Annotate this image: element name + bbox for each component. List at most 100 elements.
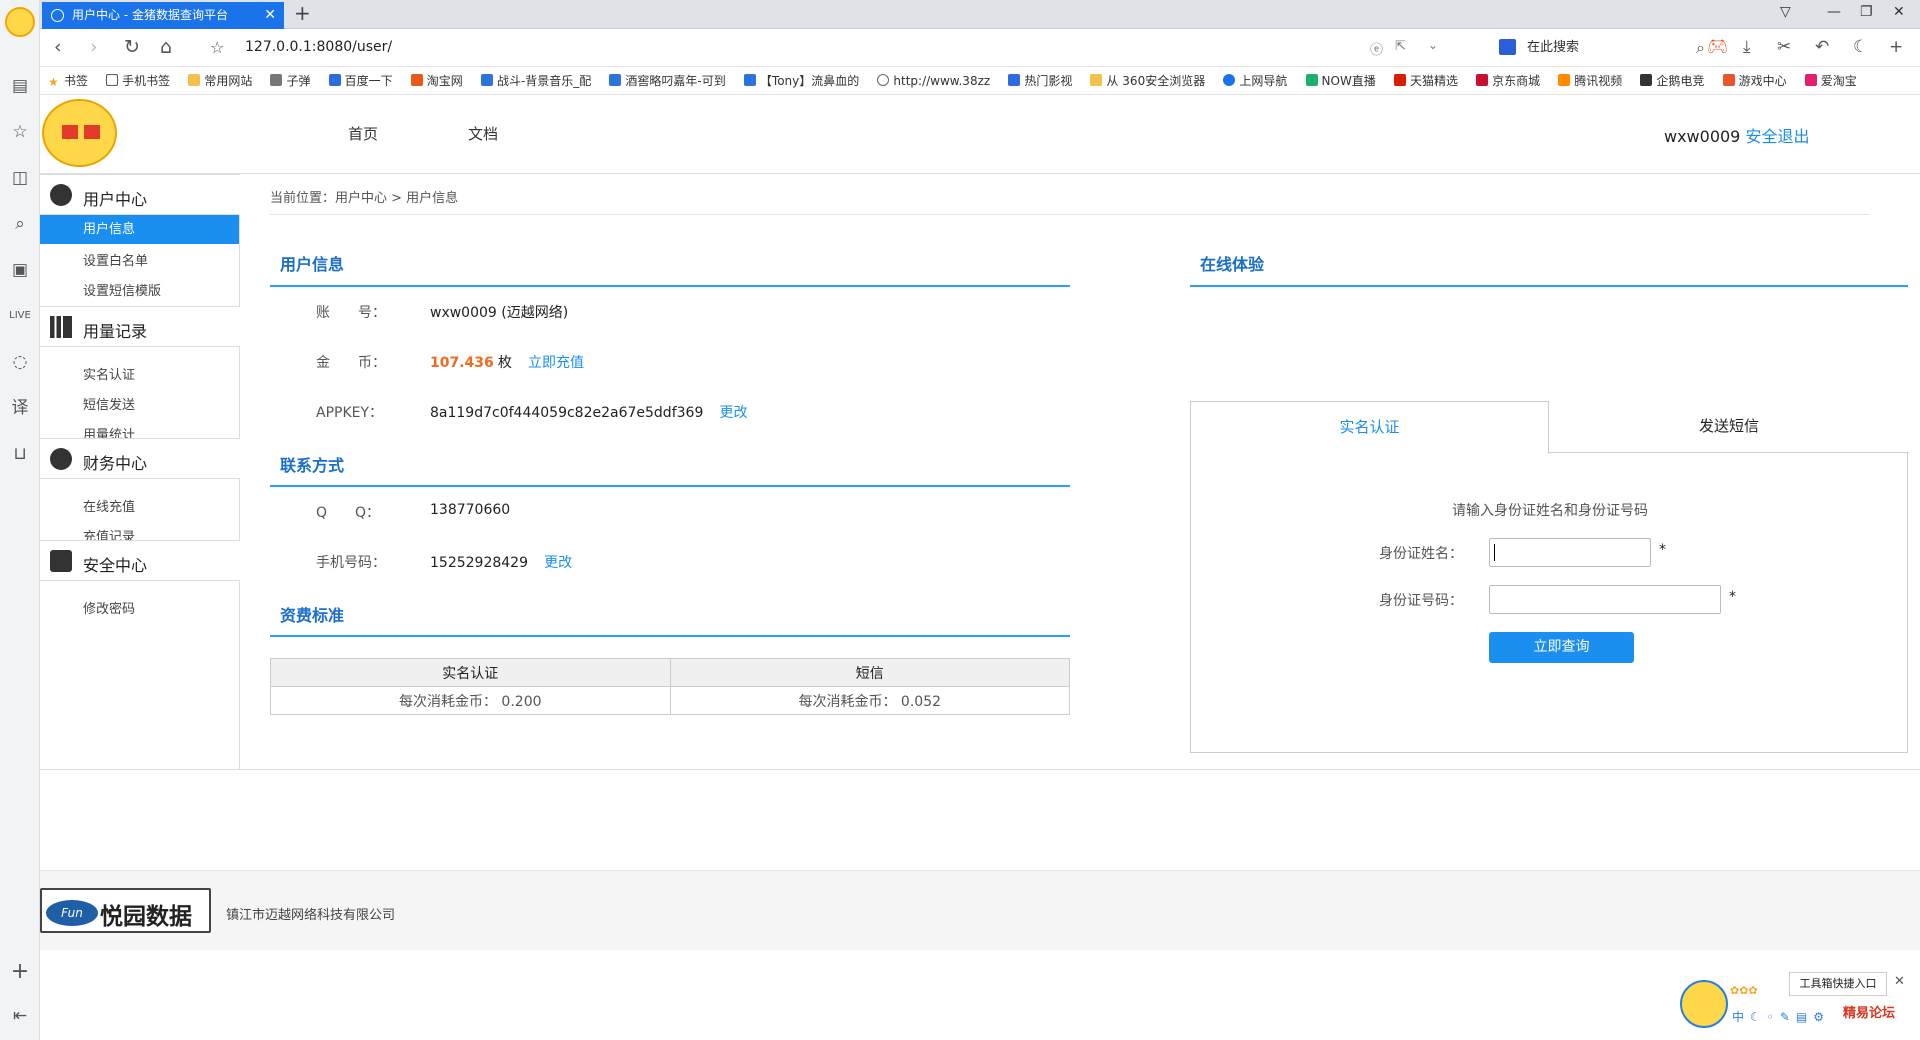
- toolbox-label[interactable]: 工具箱快捷入口: [1789, 972, 1887, 996]
- account-label: 账 号：: [316, 305, 386, 321]
- undo-icon[interactable]: ↶: [1815, 37, 1829, 57]
- add-icon[interactable]: +: [8, 960, 32, 984]
- bookmark-item[interactable]: 百度一下: [328, 67, 393, 94]
- back-button[interactable]: ‹: [54, 36, 62, 58]
- close-icon[interactable]: ✕: [1894, 974, 1905, 989]
- url-input[interactable]: 127.0.0.1:8080/user/: [245, 39, 392, 55]
- bookmark-item[interactable]: 从 360安全浏览器: [1090, 67, 1205, 94]
- bookmark-item[interactable]: 爱淘宝: [1804, 67, 1857, 94]
- web-page: 首页 文档 wxw0009 安全退出 用户中心 用户信息 设置白名单 设置短信模…: [40, 95, 1920, 1040]
- appkey-label: APPKEY：: [316, 405, 384, 421]
- bookmark-item[interactable]: 热门影视: [1008, 67, 1072, 94]
- menu-group-security[interactable]: 安全中心: [40, 540, 240, 581]
- coin-value: 107.436: [430, 355, 494, 371]
- bookmark-item[interactable]: ★ 书签: [48, 67, 88, 94]
- menu-item-user-info[interactable]: 用户信息: [40, 215, 239, 244]
- night-mode-icon[interactable]: ☾: [1853, 37, 1868, 57]
- section-title-contact: 联系方式: [280, 456, 345, 475]
- qq-label: Q Q：: [316, 505, 381, 521]
- new-tab-button[interactable]: +: [294, 1, 311, 25]
- phone-change-link[interactable]: 更改: [544, 555, 572, 571]
- favorites-star-icon[interactable]: ☆: [8, 120, 32, 144]
- add-icon[interactable]: +: [1889, 37, 1903, 57]
- bookmark-item[interactable]: NOW直播: [1305, 67, 1376, 94]
- cart-icon[interactable]: ⊔: [8, 442, 32, 466]
- download-icon[interactable]: ⤓: [1743, 37, 1751, 57]
- game-controller-icon[interactable]: 🎮︎: [1707, 37, 1729, 57]
- chat-icon[interactable]: ◌: [8, 350, 32, 374]
- coin-label: 金 币：: [316, 355, 386, 371]
- menu-group-usage[interactable]: 用量记录: [40, 306, 240, 347]
- active-tab[interactable]: 用户中心 - 金猪数据查询平台 ✕: [42, 2, 284, 29]
- menu-item-whitelist[interactable]: 设置白名单: [83, 250, 148, 269]
- reload-button[interactable]: ↻: [124, 36, 140, 58]
- search-engine-icon[interactable]: [1499, 39, 1516, 55]
- phone-value: 15252928429: [430, 555, 528, 571]
- bookmark-item[interactable]: 子弹: [270, 67, 310, 94]
- home-button[interactable]: ⌂: [160, 36, 172, 58]
- live-icon[interactable]: LIVE: [8, 304, 32, 328]
- menu-item-realname[interactable]: 实名认证: [83, 364, 135, 383]
- site-header: 首页 文档 wxw0009 安全退出: [40, 95, 1920, 174]
- site-logo-pig[interactable]: [42, 99, 117, 167]
- bookmark-item[interactable]: 京东商城: [1476, 67, 1540, 94]
- bookmark-item[interactable]: 上网导航: [1223, 67, 1287, 94]
- bookmark-item[interactable]: 常用网站: [188, 67, 252, 94]
- bookmark-item[interactable]: 【Tony】流鼻血的: [743, 67, 859, 94]
- coin-balance: 107.436 枚 立即充值: [430, 352, 584, 372]
- bookmark-item[interactable]: 手机书签: [106, 67, 170, 94]
- screenshot-scissors-icon[interactable]: ✂: [1777, 37, 1791, 57]
- divider: [270, 214, 1870, 215]
- tab-send-sms[interactable]: 发送短信: [1549, 401, 1909, 453]
- share-icon[interactable]: ⇱: [1395, 39, 1406, 54]
- ie-mode-icon[interactable]: ⓔ: [1370, 39, 1383, 58]
- close-tab-icon[interactable]: ✕: [264, 2, 276, 29]
- search-box[interactable]: 在此搜索 ⌕: [1495, 33, 1705, 62]
- menu-group-finance[interactable]: 财务中心: [40, 438, 240, 479]
- bookmark-item[interactable]: 战斗-背景音乐_配: [480, 67, 591, 94]
- pin-icon[interactable]: ▽: [1780, 4, 1791, 20]
- nav-docs[interactable]: 文档: [468, 123, 498, 144]
- menu-item-sms-send[interactable]: 短信发送: [83, 394, 135, 413]
- bookmark-item[interactable]: 天猫精选: [1393, 67, 1458, 94]
- news-icon[interactable]: ▤: [8, 74, 32, 98]
- menu-item-sms-template[interactable]: 设置短信模版: [83, 280, 161, 299]
- search-icon[interactable]: ⌕: [1696, 33, 1705, 62]
- query-button[interactable]: 立即查询: [1489, 632, 1634, 663]
- bookmark-item[interactable]: 淘宝网: [410, 67, 463, 94]
- id-name-input[interactable]: [1489, 538, 1651, 567]
- menu-item-change-password[interactable]: 修改密码: [83, 598, 135, 617]
- username: wxw0009: [1664, 127, 1741, 146]
- close-window-button[interactable]: ✕: [1893, 4, 1905, 20]
- widget-toolbar-icons[interactable]: 中☾◦✎▤⚙: [1732, 1008, 1830, 1025]
- stars-icon: ✿✿✿: [1730, 984, 1758, 997]
- collapse-sidebar-icon[interactable]: ⇤: [8, 1004, 32, 1028]
- bookmark-item[interactable]: http://www.38zz: [877, 67, 990, 94]
- bookmark-item[interactable]: 企鹅电竞: [1640, 67, 1704, 94]
- recharge-link[interactable]: 立即充值: [528, 355, 584, 371]
- logout-link[interactable]: 安全退出: [1745, 127, 1809, 146]
- browser-logo-icon[interactable]: [5, 7, 35, 37]
- tab-realname[interactable]: 实名认证: [1190, 401, 1549, 454]
- bookmark-item[interactable]: 腾讯视频: [1558, 67, 1622, 94]
- menu-group-title: 安全中心: [83, 556, 148, 575]
- appkey-change-link[interactable]: 更改: [720, 405, 748, 421]
- minimize-button[interactable]: —: [1827, 4, 1841, 20]
- chevron-down-icon[interactable]: ⌄: [1428, 38, 1438, 52]
- nav-home[interactable]: 首页: [348, 123, 378, 144]
- forward-button[interactable]: ›: [90, 36, 98, 58]
- translate-icon[interactable]: 译: [8, 396, 32, 420]
- id-number-input[interactable]: [1489, 585, 1721, 614]
- reader-book-icon[interactable]: ◫: [8, 166, 32, 190]
- bookmark-item[interactable]: 酒窖略叼嘉年-可到: [609, 67, 726, 94]
- restore-button[interactable]: ❐: [1860, 4, 1873, 20]
- bookmark-star-icon[interactable]: ☆: [210, 38, 224, 57]
- video-icon[interactable]: ▣: [8, 258, 32, 282]
- footer-logo[interactable]: Fun 悦园数据: [40, 888, 211, 933]
- bookmark-item[interactable]: 游戏中心: [1722, 67, 1787, 94]
- menu-group-user-center[interactable]: 用户中心: [40, 174, 240, 215]
- menu-item-recharge[interactable]: 在线充值: [83, 496, 135, 515]
- section-divider: [270, 635, 1070, 637]
- search-icon[interactable]: ⌕: [8, 212, 32, 236]
- widget-mascot-icon[interactable]: [1680, 980, 1728, 1028]
